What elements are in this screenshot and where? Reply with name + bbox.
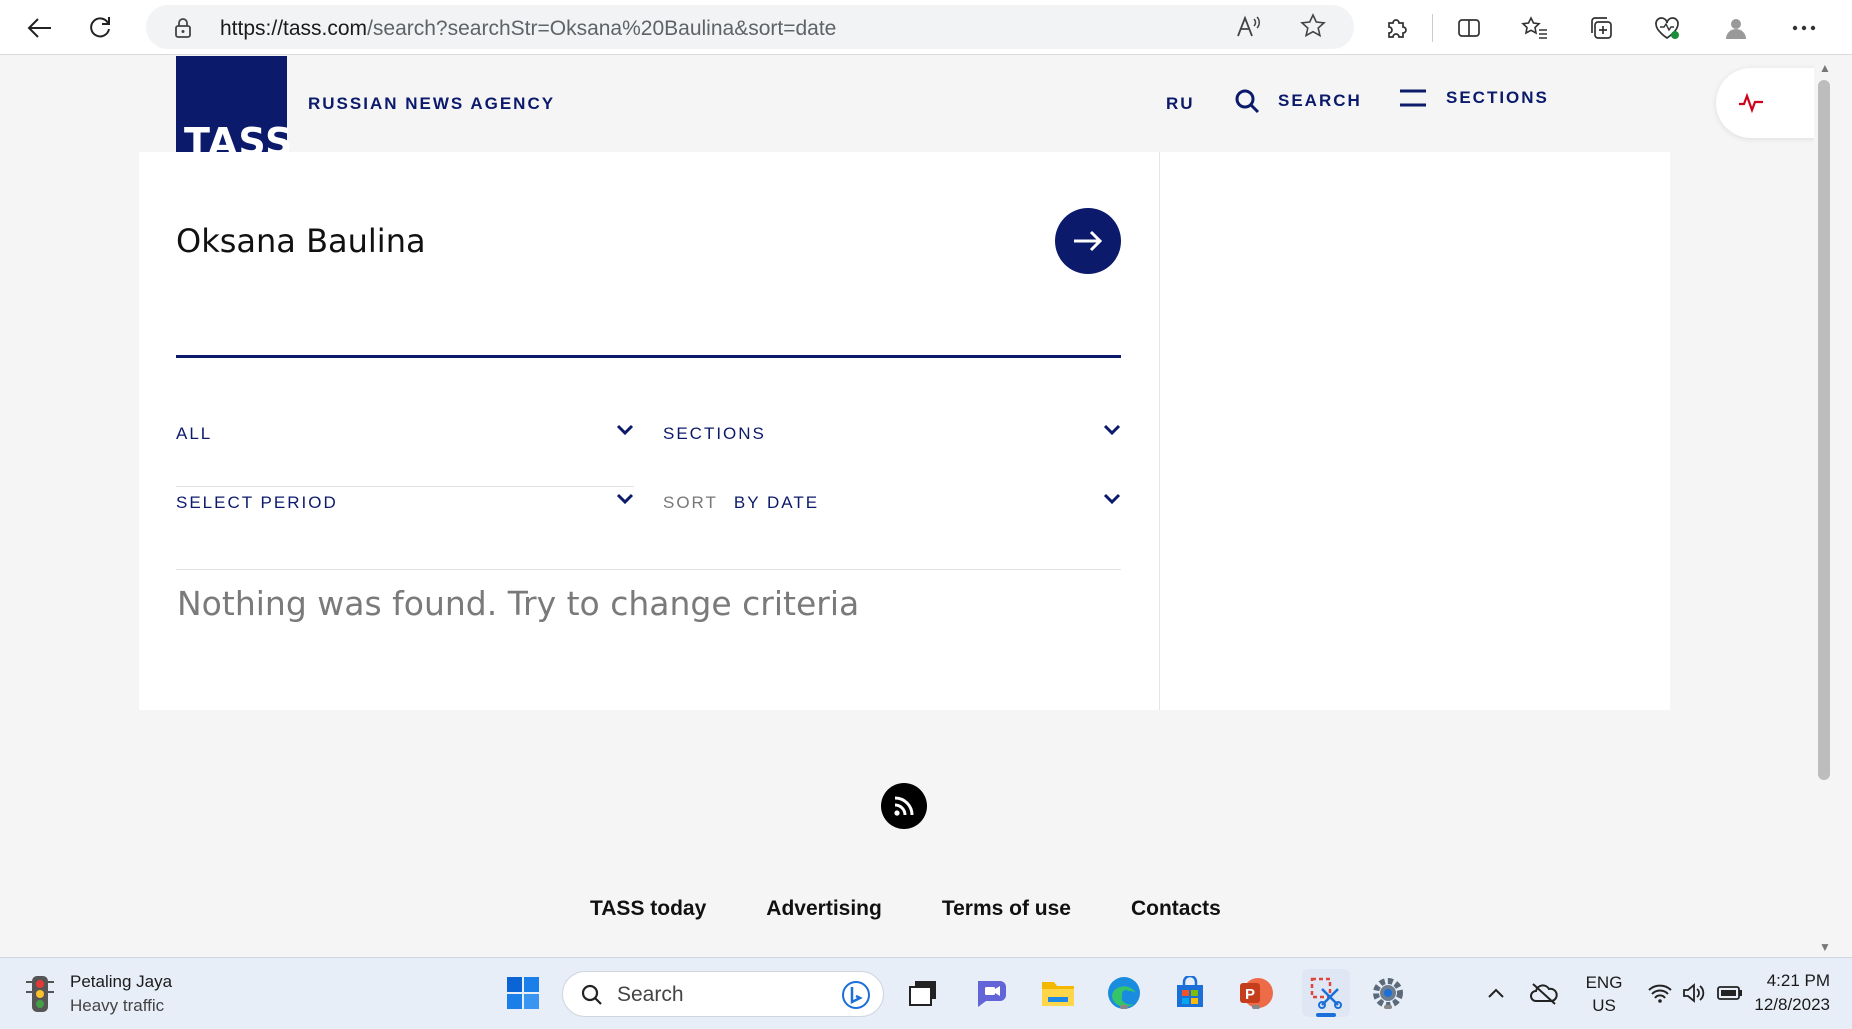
more-menu-icon[interactable]	[1784, 8, 1824, 48]
chevron-up-icon[interactable]	[1476, 973, 1516, 1013]
rss-icon	[894, 796, 914, 816]
chevron-down-icon	[616, 424, 634, 436]
sort-dropdown[interactable]: SORT BY DATE	[663, 469, 1121, 537]
input-language[interactable]: ENG US	[1580, 971, 1628, 1017]
search-card: Oksana Baulina ALL SECTIONS SELECT PERIO…	[139, 152, 1670, 710]
battery-icon[interactable]	[1710, 973, 1750, 1013]
edge-browser-icon[interactable]	[1104, 973, 1144, 1013]
clock-time: 4:21 PM	[1766, 971, 1830, 990]
settings-gear-icon[interactable]	[1368, 973, 1408, 1013]
period-filter-label: SELECT PERIOD	[176, 493, 338, 512]
collections-icon[interactable]	[1581, 8, 1621, 48]
file-explorer-icon[interactable]	[1038, 973, 1078, 1013]
volume-icon[interactable]	[1674, 973, 1714, 1013]
period-filter-dropdown[interactable]: SELECT PERIOD	[176, 469, 634, 537]
snipping-tool-icon[interactable]	[1302, 969, 1350, 1017]
back-icon[interactable]	[20, 8, 60, 48]
url-path: /search?searchStr=Oksana%20Baulina&sort=…	[367, 17, 837, 40]
search-icon	[1235, 89, 1260, 114]
agency-name: RUSSIAN NEWS AGENCY	[308, 94, 556, 113]
nav-search-label: SEARCH	[1278, 91, 1362, 110]
browser-essentials-icon[interactable]	[1647, 8, 1687, 48]
live-feed-button[interactable]	[1716, 68, 1814, 138]
refresh-icon[interactable]	[80, 8, 120, 48]
footer-link-advertising[interactable]: Advertising	[766, 897, 882, 921]
sections-filter-dropdown[interactable]: SECTIONS	[663, 400, 1121, 468]
keyboard-region: US	[1592, 996, 1616, 1015]
footer-link-contacts[interactable]: Contacts	[1131, 897, 1221, 921]
webpage: TASS RUSSIAN NEWS AGENCY RU SEARCH SECTI…	[0, 56, 1814, 956]
arrow-right-icon	[1074, 230, 1103, 252]
nav-sections-button[interactable]: SECTIONS	[1400, 88, 1549, 108]
browser-toolbar: https://tass.com/search?searchStr=Oksana…	[0, 0, 1852, 55]
hamburger-icon	[1400, 89, 1426, 107]
microsoft-store-icon[interactable]	[1170, 973, 1210, 1013]
address-bar[interactable]: https://tass.com/search?searchStr=Oksana…	[146, 5, 1354, 49]
clock-date: 12/8/2023	[1754, 995, 1830, 1014]
chevron-down-icon	[1103, 493, 1121, 505]
windows-taskbar: Petaling Jaya Heavy traffic Search P ENG…	[0, 957, 1852, 1029]
taskbar-search-input[interactable]: Search	[562, 971, 884, 1017]
nav-search-button[interactable]: SEARCH	[1234, 88, 1362, 114]
type-filter-dropdown[interactable]: ALL	[176, 400, 634, 468]
footer-link-tass-today[interactable]: TASS today	[590, 897, 706, 921]
running-indicator	[1316, 1013, 1336, 1017]
scroll-up-icon[interactable]: ▲	[1815, 61, 1835, 75]
footer-link-terms[interactable]: Terms of use	[942, 897, 1071, 921]
chevron-down-icon	[1103, 424, 1121, 436]
search-underline	[176, 355, 1121, 358]
pulse-icon	[1739, 92, 1763, 114]
split-screen-icon[interactable]	[1449, 8, 1489, 48]
extensions-icon[interactable]	[1376, 8, 1416, 48]
sort-value: BY DATE	[733, 493, 820, 512]
nav-sections-label: SECTIONS	[1446, 88, 1549, 107]
system-clock[interactable]: 4:21 PM 12/8/2023	[1754, 969, 1830, 1017]
scroll-down-icon[interactable]: ▼	[1815, 940, 1835, 954]
weather-status: Heavy traffic	[70, 996, 165, 1015]
tass-logo[interactable]: TASS	[176, 56, 292, 166]
rss-button[interactable]	[881, 783, 927, 829]
windows-start-icon[interactable]	[503, 973, 543, 1013]
sort-label: SORT	[663, 493, 718, 512]
search-input[interactable]: Oksana Baulina	[176, 222, 426, 260]
footer-links: TASS today Advertising Terms of use Cont…	[590, 897, 1221, 921]
sections-filter-label: SECTIONS	[663, 424, 766, 443]
filter-divider	[176, 569, 1121, 570]
chevron-down-icon	[616, 493, 634, 505]
profile-avatar-icon[interactable]	[1716, 8, 1756, 48]
svg-text:P: P	[1245, 986, 1255, 1003]
language-switch[interactable]: RU	[1166, 94, 1195, 114]
url-host: https://tass.com	[220, 17, 368, 40]
running-indicator	[1252, 1005, 1260, 1009]
toolbar-separator	[1432, 14, 1433, 42]
bing-icon[interactable]	[841, 980, 871, 1010]
taskbar-search-placeholder: Search	[617, 983, 684, 1006]
teams-chat-icon[interactable]	[972, 973, 1012, 1013]
search-submit-button[interactable]	[1055, 208, 1121, 274]
read-aloud-icon[interactable]	[1236, 15, 1262, 45]
card-divider	[1159, 152, 1160, 710]
search-icon	[581, 984, 602, 1005]
empty-results-message: Nothing was found. Try to change criteri…	[177, 584, 860, 623]
url-text: https://tass.com/search?searchStr=Oksana…	[220, 17, 836, 41]
weather-location: Petaling Jaya	[70, 972, 173, 991]
task-view-icon[interactable]	[903, 973, 943, 1013]
lock-icon	[174, 17, 192, 44]
powerpoint-icon[interactable]: P	[1236, 973, 1276, 1013]
scrollbar-thumb[interactable]	[1818, 80, 1830, 780]
traffic-light-icon	[26, 976, 54, 1012]
onedrive-offline-icon[interactable]	[1524, 973, 1564, 1013]
language-code: ENG	[1585, 973, 1623, 992]
weather-widget[interactable]: Petaling Jaya Heavy traffic	[24, 970, 172, 1018]
favorite-star-icon[interactable]	[1300, 13, 1326, 44]
running-indicator	[1120, 1005, 1128, 1009]
favorites-icon[interactable]	[1515, 8, 1555, 48]
running-indicator	[1384, 1005, 1392, 1009]
type-filter-label: ALL	[176, 424, 213, 443]
